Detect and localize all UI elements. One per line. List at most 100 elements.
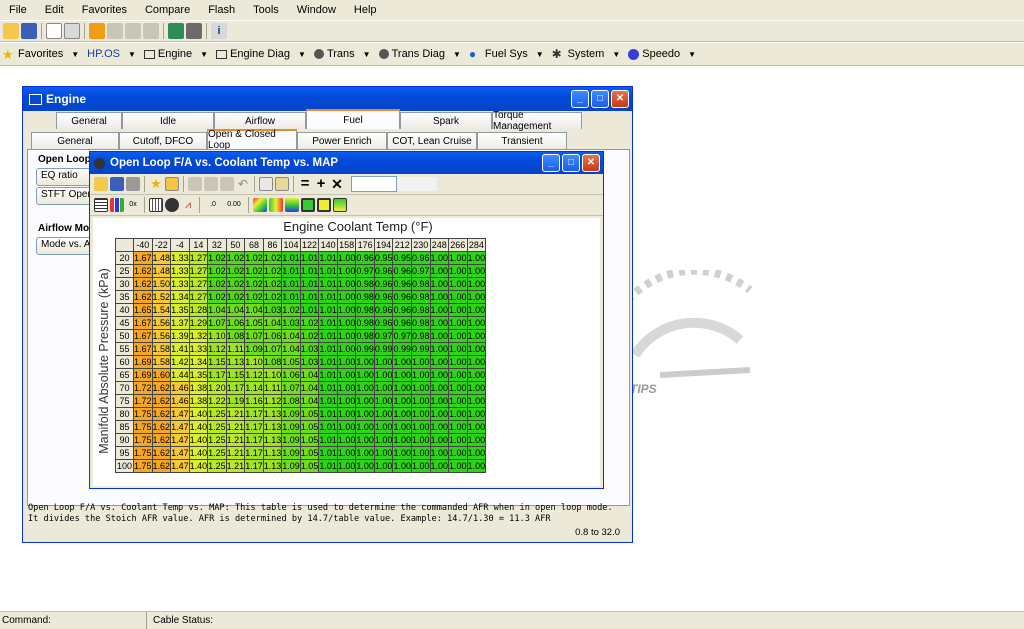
table-cell[interactable]: 1.62 xyxy=(133,264,153,278)
table-cell[interactable]: 1.07 xyxy=(281,381,301,395)
table-cell[interactable]: 1.00 xyxy=(429,368,450,382)
table-cell[interactable]: 0.98 xyxy=(355,277,375,291)
row-header[interactable]: 35 xyxy=(115,290,134,304)
table-cell[interactable]: 1.40 xyxy=(188,420,209,434)
table-cell[interactable]: 1.00 xyxy=(410,446,431,460)
table-cell[interactable]: 1.75 xyxy=(133,420,153,434)
subtab-open-closed-loop[interactable]: Open & Closed Loop xyxy=(207,129,297,151)
table-cell[interactable]: 0.98 xyxy=(355,316,375,330)
table-cell[interactable]: 1.25 xyxy=(207,446,227,460)
table-cell[interactable]: 0.95 xyxy=(392,251,412,265)
table-cell[interactable]: 1.35 xyxy=(170,303,190,317)
tab-airflow[interactable]: Airflow xyxy=(214,112,306,129)
print-icon[interactable] xyxy=(126,177,140,191)
table-cell[interactable]: 1.62 xyxy=(133,290,153,304)
table-cell[interactable]: 0.96 xyxy=(410,251,431,265)
table-cell[interactable]: 1.02 xyxy=(262,251,283,265)
table-cell[interactable]: 1.17 xyxy=(244,407,264,421)
menu-help[interactable]: Help xyxy=(345,4,386,16)
chip-icon[interactable] xyxy=(168,23,184,39)
table-cell[interactable]: 1.00 xyxy=(466,264,487,278)
table-cell[interactable]: 1.00 xyxy=(429,264,450,278)
new-document-icon[interactable] xyxy=(46,23,62,39)
table-cell[interactable]: 1.00 xyxy=(466,368,487,382)
table-cell[interactable]: 1.04 xyxy=(225,303,246,317)
table-cell[interactable]: 1.40 xyxy=(188,446,209,460)
table-cell[interactable]: 1.00 xyxy=(429,433,450,447)
table-cell[interactable]: 1.00 xyxy=(392,433,412,447)
table-cell[interactable]: 1.21 xyxy=(225,407,246,421)
minimize-icon[interactable]: _ xyxy=(542,154,560,172)
table-cell[interactable]: 1.62 xyxy=(151,394,172,408)
table-cell[interactable]: 1.00 xyxy=(429,251,450,265)
table-cell[interactable]: 1.01 xyxy=(318,264,338,278)
tab-torque-management[interactable]: Torque Management xyxy=(492,110,582,132)
column-header[interactable]: 14 xyxy=(188,238,209,252)
table-cell[interactable]: 1.19 xyxy=(225,394,246,408)
table-cell[interactable]: 1.01 xyxy=(318,459,338,473)
column-header[interactable]: 176 xyxy=(355,238,375,252)
table-cell[interactable]: 1.27 xyxy=(188,277,209,291)
column-header[interactable]: 266 xyxy=(448,238,468,252)
table-cell[interactable]: 1.00 xyxy=(336,303,357,317)
table-cell[interactable]: 1.00 xyxy=(355,459,375,473)
table-cell[interactable]: 1.75 xyxy=(133,446,153,460)
table-cell[interactable]: 1.15 xyxy=(207,355,227,369)
table-cell[interactable]: 1.05 xyxy=(299,446,320,460)
table-cell[interactable]: 1.62 xyxy=(151,459,172,473)
table-cell[interactable]: 1.00 xyxy=(448,277,468,291)
table-cell[interactable]: 1.00 xyxy=(392,446,412,460)
table-cell[interactable]: 1.00 xyxy=(466,446,487,460)
table-cell[interactable]: 1.13 xyxy=(262,433,283,447)
table-cell[interactable]: 1.29 xyxy=(188,316,209,330)
table-cell[interactable]: 1.35 xyxy=(188,368,209,382)
table-cell[interactable]: 1.00 xyxy=(373,433,394,447)
table-cell[interactable]: 0.97 xyxy=(392,329,412,343)
table-cell[interactable]: 1.09 xyxy=(281,407,301,421)
table-cell[interactable]: 1.00 xyxy=(355,420,375,434)
table-cell[interactable]: 1.00 xyxy=(466,407,487,421)
chart-view-icon[interactable] xyxy=(110,198,124,212)
table-cell[interactable]: 1.40 xyxy=(188,459,209,473)
table-cell[interactable]: 1.08 xyxy=(262,355,283,369)
column-header[interactable]: 32 xyxy=(207,238,227,252)
column-header[interactable]: 284 xyxy=(466,238,487,252)
table-cell[interactable]: 1.00 xyxy=(336,433,357,447)
table-cell[interactable]: 1.00 xyxy=(448,459,468,473)
table-cell[interactable]: 1.00 xyxy=(429,381,450,395)
table-cell[interactable]: 1.48 xyxy=(151,264,172,278)
table-cell[interactable]: 1.47 xyxy=(170,420,190,434)
column-header[interactable]: 122 xyxy=(299,238,320,252)
table-cell[interactable]: 0.98 xyxy=(355,303,375,317)
table-cell[interactable]: 1.00 xyxy=(373,407,394,421)
row-header[interactable]: 100 xyxy=(115,459,134,473)
stft-openloop-button[interactable]: STFT Openlo xyxy=(36,187,96,205)
table-cell[interactable]: 1.69 xyxy=(133,355,153,369)
table-cell[interactable]: 1.02 xyxy=(262,290,283,304)
table-cell[interactable]: 1.62 xyxy=(151,420,172,434)
table-cell[interactable]: 0.96 xyxy=(373,264,394,278)
table-cell[interactable]: 1.01 xyxy=(299,277,320,291)
column-header[interactable]: -4 xyxy=(170,238,190,252)
table-cell[interactable]: 1.00 xyxy=(448,251,468,265)
table-cell[interactable]: 1.56 xyxy=(151,316,172,330)
table-cell[interactable]: 1.13 xyxy=(262,446,283,460)
table-cell[interactable]: 1.00 xyxy=(448,433,468,447)
table-cell[interactable]: 1.14 xyxy=(244,381,264,395)
table-cell[interactable]: 1.48 xyxy=(151,251,172,265)
table-cell[interactable]: 0.97 xyxy=(373,329,394,343)
table-cell[interactable]: 1.21 xyxy=(225,446,246,460)
table-cell[interactable]: 1.33 xyxy=(188,342,209,356)
table-cell[interactable]: 1.01 xyxy=(318,290,338,304)
table-cell[interactable]: 1.62 xyxy=(133,277,153,291)
table-cell[interactable]: 1.02 xyxy=(262,277,283,291)
favorite-pin-icon[interactable] xyxy=(165,177,179,191)
table-cell[interactable]: 1.21 xyxy=(225,420,246,434)
compare-icon[interactable] xyxy=(188,177,202,191)
table-cell[interactable]: 1.00 xyxy=(336,251,357,265)
table-cell[interactable]: 1.00 xyxy=(355,433,375,447)
table-cell[interactable]: 1.37 xyxy=(170,316,190,330)
save-icon[interactable] xyxy=(110,177,124,191)
menu-favorites[interactable]: Favorites xyxy=(73,4,136,16)
table-cell[interactable]: 1.40 xyxy=(188,407,209,421)
